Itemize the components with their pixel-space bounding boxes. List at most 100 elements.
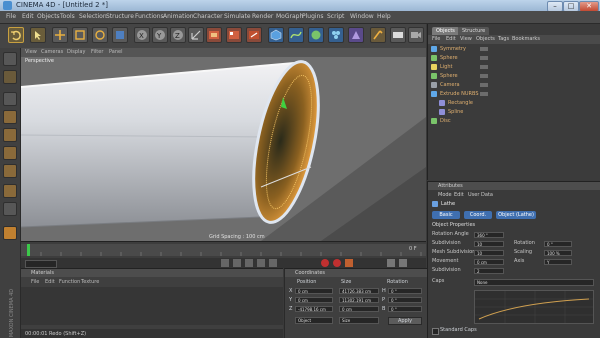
camera-icon[interactable] (408, 27, 424, 43)
play-icon[interactable] (245, 259, 253, 267)
cube-icon[interactable] (268, 27, 284, 43)
nurbs-icon[interactable] (308, 27, 324, 43)
viewport-menu-view[interactable]: View (25, 49, 37, 55)
materials-menu-texture[interactable]: Texture (81, 279, 99, 285)
tab-objects[interactable]: Objects (432, 27, 459, 35)
keyframe-selection-icon[interactable] (345, 259, 353, 267)
coordinate-mode-dropdown[interactable]: Object (295, 317, 333, 324)
visibility-flags[interactable] (480, 47, 488, 51)
mesh-subdivision-field[interactable]: 10 (474, 250, 504, 256)
start-frame-field[interactable] (25, 260, 57, 268)
scene-icon[interactable] (370, 27, 386, 43)
record-icon[interactable] (321, 259, 329, 267)
render-view-icon[interactable] (206, 27, 222, 43)
materials-list[interactable] (21, 287, 283, 325)
y-axis-icon[interactable]: Y (152, 27, 168, 43)
deformer-icon[interactable] (348, 27, 364, 43)
rotation-h-field[interactable]: 0 ° (388, 288, 422, 294)
tree-item[interactable]: Spline (436, 108, 600, 116)
viewport-menu-cameras[interactable]: Cameras (41, 49, 63, 55)
menu-structure[interactable]: Structure (106, 13, 134, 20)
3d-viewport[interactable]: View Cameras Display Filter Panel Perspe… (21, 48, 426, 241)
tree-item[interactable]: Disc (428, 117, 600, 125)
subdivision-field[interactable]: 10 (474, 241, 504, 247)
polygons-mode-icon[interactable] (3, 164, 17, 178)
spline-icon[interactable] (288, 27, 304, 43)
live-select-icon[interactable] (30, 27, 46, 43)
attr-menu-edit[interactable]: Edit (454, 192, 464, 198)
tab-coord[interactable]: Coord. (464, 211, 492, 219)
position-y-field[interactable]: 0 cm (295, 297, 333, 303)
om-menu-view[interactable]: View (460, 36, 472, 42)
menu-plugins[interactable]: Plugins (302, 13, 324, 20)
om-menu-bookmarks[interactable]: Bookmarks (512, 36, 540, 42)
next-frame-icon[interactable] (257, 259, 265, 267)
position-z-field[interactable]: -41798.16 cm (295, 306, 333, 312)
coord-system-icon[interactable] (188, 27, 204, 43)
autokey-icon[interactable] (333, 259, 341, 267)
size-z-field[interactable]: 0 cm (339, 306, 379, 312)
profile-curve-editor[interactable] (474, 290, 594, 324)
scaling-field[interactable]: 100 % (544, 250, 572, 256)
light-icon[interactable] (390, 27, 406, 43)
visibility-flags[interactable] (480, 65, 488, 69)
model-mode-icon[interactable] (3, 52, 17, 66)
tree-item[interactable]: Extrude NURBS (428, 90, 600, 98)
workplane-icon[interactable] (3, 202, 17, 216)
timeline-settings-2-icon[interactable] (399, 259, 407, 267)
attr-menu-user-data[interactable]: User Data (468, 192, 493, 198)
position-x-field[interactable]: 0 cm (295, 288, 333, 294)
om-menu-file[interactable]: File (432, 36, 440, 42)
apply-button[interactable]: Apply (388, 317, 422, 325)
tab-basic[interactable]: Basic (432, 211, 460, 219)
om-menu-edit[interactable]: Edit (446, 36, 456, 42)
size-mode-dropdown[interactable]: Size (339, 317, 379, 324)
om-menu-objects[interactable]: Objects (476, 36, 495, 42)
movement-field[interactable]: 0 cm (474, 259, 504, 265)
tab-object[interactable]: Object (Lathe) (496, 211, 536, 219)
menu-window[interactable]: Window (350, 13, 374, 20)
visibility-flags[interactable] (480, 92, 488, 96)
go-start-icon[interactable] (221, 259, 229, 267)
tree-item[interactable]: Camera (428, 81, 600, 89)
menu-tools[interactable]: Tools (60, 13, 75, 20)
x-axis-icon[interactable]: X (134, 27, 150, 43)
menu-selection[interactable]: Selection (79, 13, 107, 20)
rotation-angle-field[interactable]: 360 ° (474, 232, 504, 238)
attr-menu-mode[interactable]: Mode (438, 192, 452, 198)
om-menu-tags[interactable]: Tags (498, 36, 509, 42)
render-picture-viewer-icon[interactable] (226, 27, 242, 43)
menu-mograph[interactable]: MoGraph (276, 13, 303, 20)
snap-icon[interactable] (3, 226, 17, 240)
viewport-menu-panel[interactable]: Panel (109, 49, 123, 55)
tree-item[interactable]: Sphere (428, 54, 600, 62)
axis-field[interactable]: Y (544, 259, 572, 265)
z-axis-icon[interactable]: Z (170, 27, 186, 43)
materials-menu-file[interactable]: File (31, 279, 39, 285)
rotate-icon[interactable] (92, 27, 108, 43)
move-icon[interactable] (52, 27, 68, 43)
edit-render-settings-icon[interactable] (246, 27, 262, 43)
caps-dropdown[interactable]: None (474, 279, 594, 286)
standard-caps-checkbox[interactable] (432, 328, 439, 335)
undo-icon[interactable] (8, 27, 24, 43)
materials-menu-edit[interactable]: Edit (45, 279, 55, 285)
tree-item[interactable]: Rectangle (436, 99, 600, 107)
rotation-p-field[interactable]: 0 ° (388, 297, 422, 303)
scene-object-icon[interactable] (112, 27, 128, 43)
menu-help[interactable]: Help (377, 13, 391, 20)
menu-file[interactable]: File (6, 13, 16, 20)
viewport-menu-filter[interactable]: Filter (91, 49, 103, 55)
visibility-flags[interactable] (480, 83, 488, 87)
prev-frame-icon[interactable] (233, 259, 241, 267)
size-y-field[interactable]: 11302.191 cm (339, 297, 379, 303)
size-x-field[interactable]: 41726.383 cm (339, 288, 379, 294)
tree-item[interactable]: Light (428, 63, 600, 71)
rotation-b-field[interactable]: 0 ° (388, 306, 422, 312)
materials-menu-function[interactable]: Function (59, 279, 80, 285)
menu-character[interactable]: Character (193, 13, 223, 20)
rotation-field[interactable]: 0 ° (544, 241, 572, 247)
menu-animation[interactable]: Animation (163, 13, 194, 20)
menu-functions[interactable]: Functions (135, 13, 164, 20)
viewport-menu-display[interactable]: Display (67, 49, 85, 55)
